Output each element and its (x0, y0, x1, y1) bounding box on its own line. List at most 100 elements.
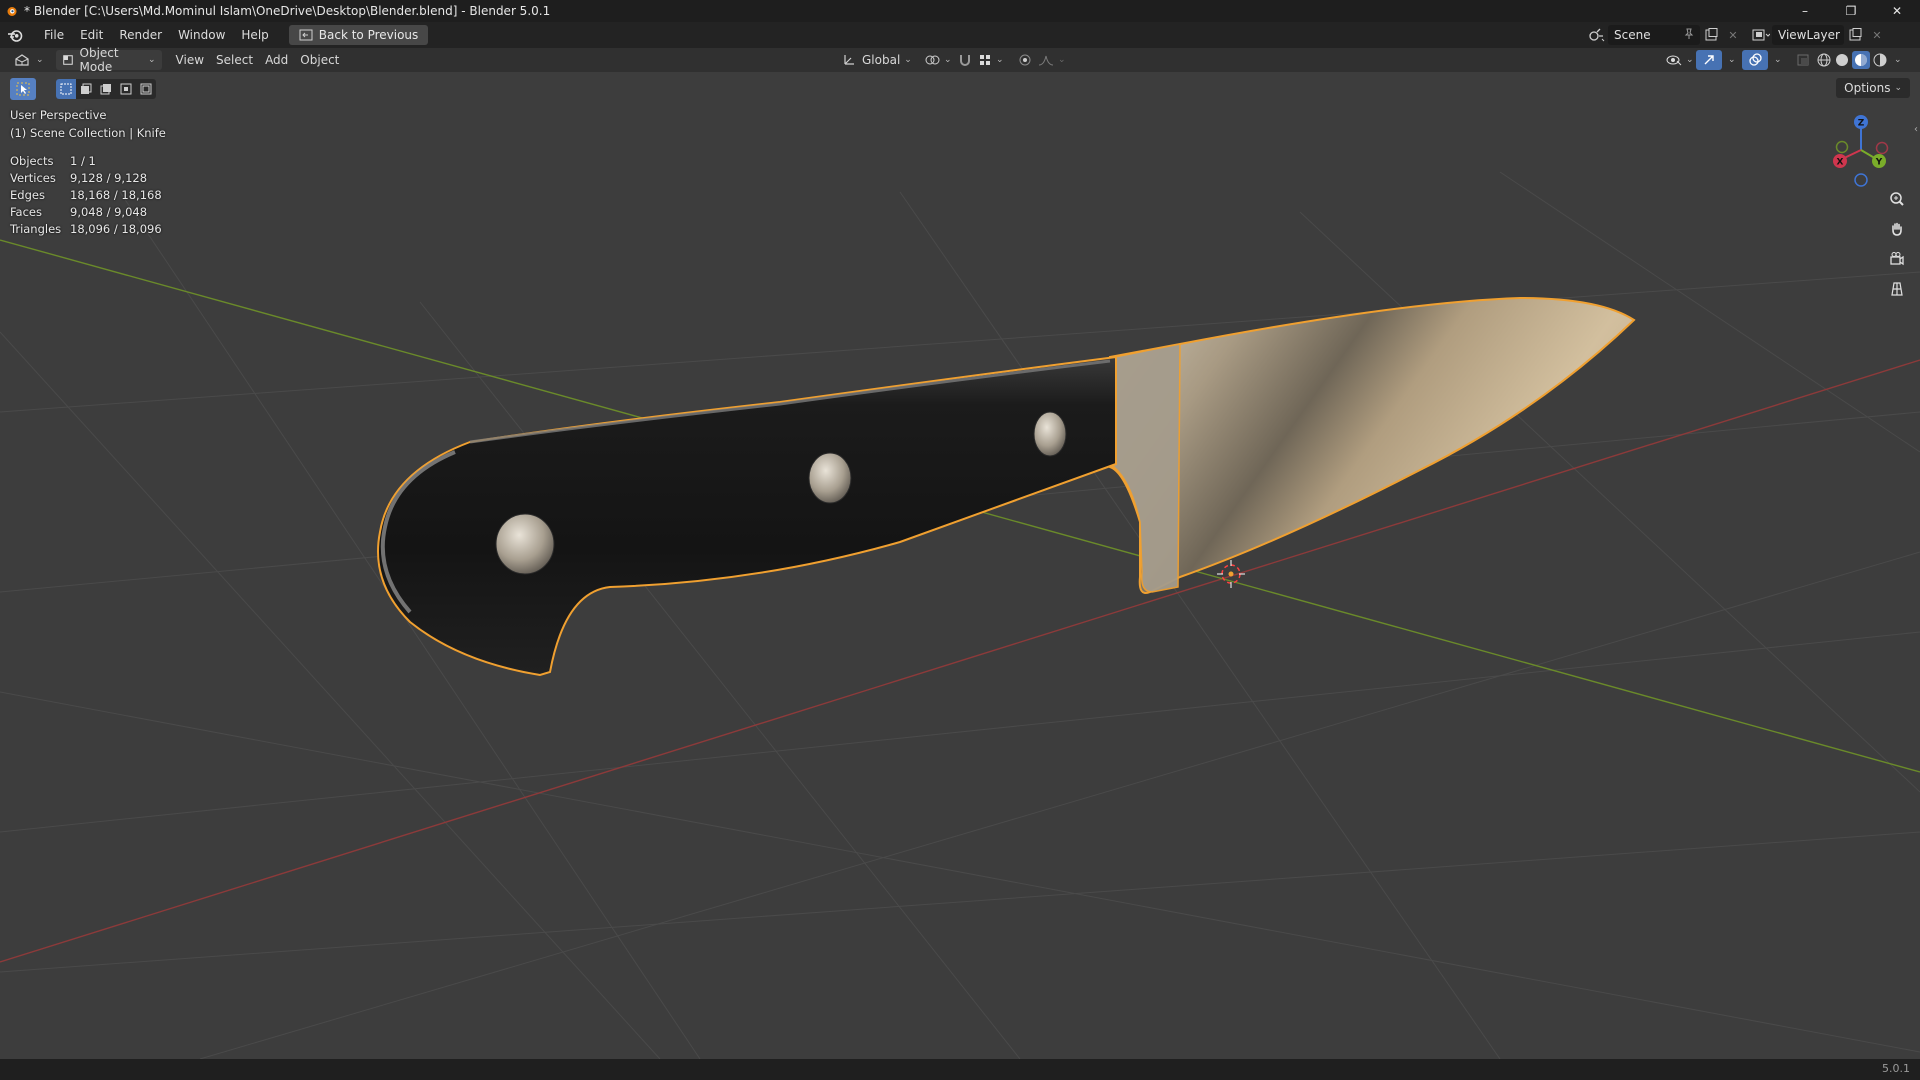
gizmo-z-label: Z (1858, 119, 1865, 129)
chevron-down-icon: ⌄ (904, 55, 912, 65)
back-to-previous-button[interactable]: Back to Previous (288, 25, 429, 45)
snap-target-selector[interactable]: ⌄ (972, 50, 1010, 70)
stat-row: Objects 1 / 1 (10, 153, 162, 170)
sidebar-toggle-icon[interactable]: ‹ (1914, 124, 1918, 135)
menu-render[interactable]: Render (111, 24, 170, 46)
pin-icon[interactable] (1684, 28, 1694, 43)
material-preview-shading-icon[interactable] (1852, 51, 1870, 69)
tool-settings-row (10, 78, 156, 100)
perspective-label: User Perspective (10, 108, 107, 122)
solid-shading-icon[interactable] (1834, 52, 1850, 68)
version-label: 5.0.1 (1882, 1062, 1910, 1075)
intersect-selection-icon[interactable] (136, 79, 156, 99)
chevron-down-icon: ⌄ (944, 55, 952, 65)
orientation-label: Global (862, 53, 901, 67)
orientation-icon (844, 55, 854, 65)
gizmo-icon (1704, 55, 1714, 65)
camera-view-icon[interactable] (1884, 246, 1910, 272)
magnet-icon (960, 55, 970, 66)
stat-row: Faces 9,048 / 9,048 (10, 204, 162, 221)
selection-mode-group (56, 79, 156, 99)
set-new-selection-icon[interactable] (56, 79, 76, 99)
delete-scene-icon[interactable]: ✕ (1722, 25, 1744, 45)
xray-icon (1797, 54, 1809, 66)
stat-label: Objects (10, 154, 54, 168)
shading-modes: ⌄ (1812, 50, 1906, 70)
chevron-down-icon[interactable]: ⌄ (1894, 55, 1902, 65)
view-layer-field[interactable]: ViewLayer (1772, 25, 1844, 45)
3d-viewport[interactable]: Options ⌄ User Perspective (1) Scene Col… (0, 72, 1920, 1059)
zoom-icon[interactable] (1884, 186, 1910, 212)
chevron-down-icon: ⌄ (1774, 55, 1782, 65)
wireframe-shading-icon[interactable] (1816, 52, 1832, 68)
new-scene-icon[interactable] (1700, 25, 1722, 45)
editor-type-icon (15, 54, 29, 66)
scene-statistics: Objects 1 / 1 Vertices 9,128 / 9,128 Edges… (10, 153, 162, 238)
options-dropdown[interactable]: Options ⌄ (1836, 78, 1910, 98)
stat-row: Triangles 18,096 / 18,096 (10, 221, 162, 238)
knife-handle[interactable] (377, 355, 1117, 677)
overlays-icon (1749, 53, 1762, 66)
minimize-button[interactable]: – (1782, 0, 1828, 22)
scene-name: Scene (1614, 28, 1651, 42)
knife-bolster[interactable] (1109, 343, 1181, 593)
menu-edit[interactable]: Edit (72, 24, 111, 46)
chevron-down-icon: ⌄ (996, 55, 1004, 65)
stat-value: 1 / 1 (70, 154, 96, 168)
scene-selector-group: Scene ✕ ViewLayer ✕ (1586, 24, 1888, 46)
chevron-down-icon: ⌄ (1894, 83, 1902, 93)
menu-view[interactable]: View (170, 50, 210, 70)
editor-type-button[interactable]: ⌄ (8, 50, 50, 70)
back-to-previous-label: Back to Previous (318, 28, 419, 42)
status-bar: 5.0.1 (0, 1059, 1920, 1080)
mode-label: Object Mode (79, 46, 119, 74)
viewport-scene (0, 171, 1920, 1059)
stat-label: Triangles (10, 222, 62, 236)
window-controls: – ❐ ✕ (1782, 0, 1920, 22)
menu-add[interactable]: Add (259, 50, 294, 70)
options-label: Options (1844, 81, 1891, 95)
scene-browse-icon[interactable] (1586, 25, 1608, 45)
delete-view-layer-icon[interactable]: ✕ (1866, 25, 1888, 45)
gizmo-x-label: X (1837, 158, 1844, 168)
menu-select[interactable]: Select (210, 50, 259, 70)
chevron-down-icon: ⌄ (148, 55, 156, 65)
rivet (495, 513, 555, 575)
blender-menu-icon[interactable] (4, 25, 26, 45)
mode-selector[interactable]: Object Mode ⌄ (55, 46, 162, 74)
pivot-icon (925, 55, 940, 65)
object-mode-icon (62, 55, 73, 65)
perspective-toggle-icon[interactable] (1884, 276, 1910, 302)
selectability-visibility-button[interactable]: ⌄ (1660, 50, 1700, 70)
extend-selection-icon[interactable] (76, 79, 96, 99)
menu-window[interactable]: Window (170, 24, 233, 46)
window-title: * Blender [C:\Users\Md.Mominul Islam\One… (24, 4, 551, 18)
rendered-shading-icon[interactable] (1872, 52, 1888, 68)
snap-grid-icon (980, 55, 990, 65)
menu-file[interactable]: File (36, 24, 72, 46)
knife-blade[interactable] (1109, 296, 1636, 594)
menu-object[interactable]: Object (294, 50, 345, 70)
stat-label: Edges (10, 188, 45, 202)
viewport-header: ⌄ Object Mode ⌄ View Select Add Object G… (0, 46, 1920, 74)
scene-name-field[interactable]: Scene (1608, 25, 1700, 45)
select-tool-button[interactable] (10, 78, 36, 100)
stat-value: 18,096 / 18,096 (70, 222, 162, 236)
chevron-down-icon: ⌄ (1686, 55, 1694, 65)
transform-orientation-selector[interactable]: Global ⌄ (836, 50, 918, 70)
new-view-layer-icon[interactable] (1844, 25, 1866, 45)
falloff-selector[interactable]: ⌄ (1032, 50, 1072, 70)
overlays-options[interactable]: ⌄ (1764, 50, 1788, 70)
view-layer-browse-icon[interactable] (1750, 25, 1772, 45)
gizmo-y-label: Y (1875, 158, 1883, 168)
subtract-selection-icon[interactable] (96, 79, 116, 99)
navigation-gizmo[interactable]: Z X Y (1820, 108, 1902, 190)
proportional-icon (1019, 54, 1031, 66)
pan-hand-icon[interactable] (1884, 216, 1910, 242)
gizmo-options[interactable]: ⌄ (1718, 50, 1742, 70)
restore-button[interactable]: ❐ (1828, 0, 1874, 22)
stat-row: Edges 18,168 / 18,168 (10, 187, 162, 204)
close-button[interactable]: ✕ (1874, 0, 1920, 22)
menu-help[interactable]: Help (233, 24, 276, 46)
invert-selection-icon[interactable] (116, 79, 136, 99)
